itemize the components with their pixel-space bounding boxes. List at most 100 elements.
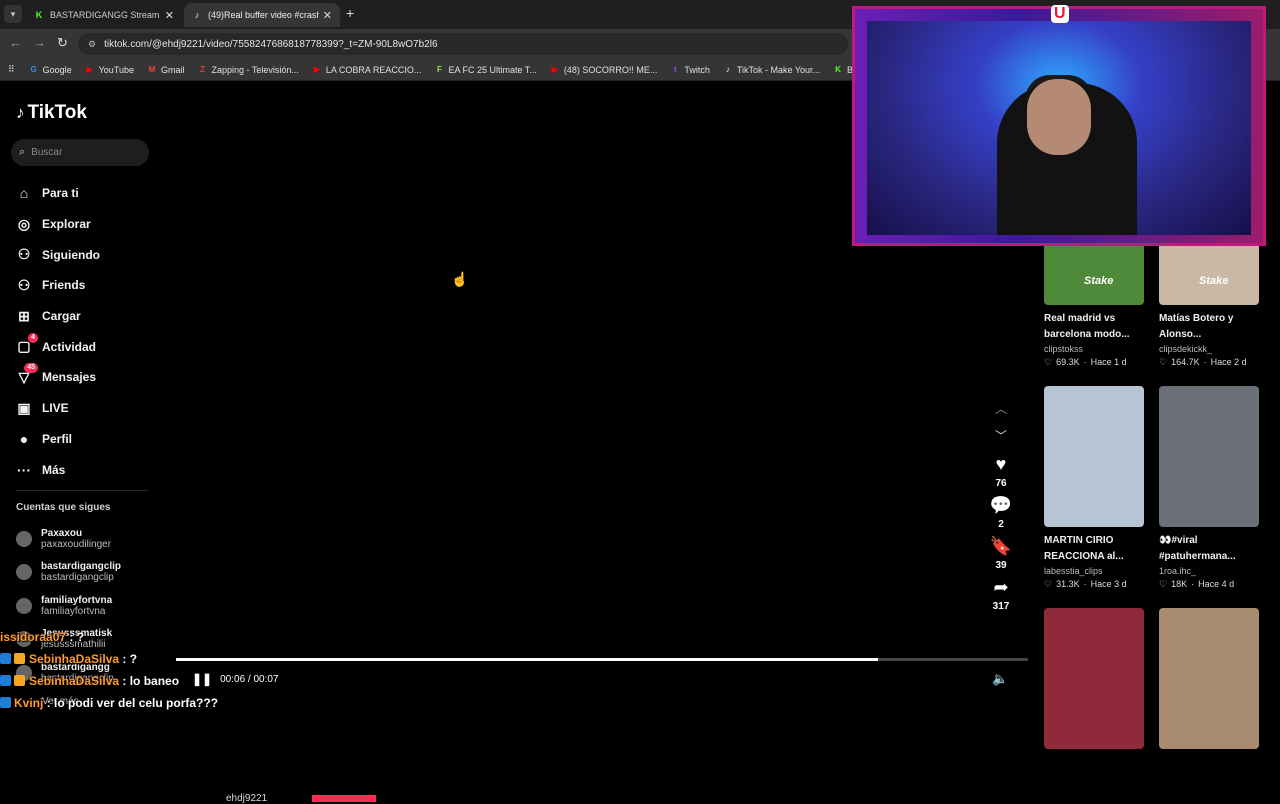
video-author[interactable]: clipstokss	[1044, 344, 1144, 354]
sidebar-item-label: Actividad	[42, 339, 97, 354]
sidebar-item-cargar[interactable]: ⊞ Cargar	[16, 301, 100, 332]
sidebar-item-friends[interactable]: ⚇ Friends	[16, 270, 100, 301]
forward-icon[interactable]: →	[33, 35, 46, 50]
bookmark-item[interactable]: ▶ LA COBRA REACCIO...	[312, 65, 422, 75]
following-title: Cuentas que sigues	[16, 502, 111, 513]
bookmark-item[interactable]: ♪ TikTok - Make Your...	[723, 65, 820, 75]
like-count: 31.3K	[1056, 579, 1080, 589]
chevron-up-icon[interactable]: ︿	[986, 400, 1016, 417]
video-title[interactable]: Real madrid vs barcelona modo...	[1044, 311, 1154, 343]
video-title[interactable]: Matías Botero y Alonso...	[1159, 311, 1269, 343]
video-progress-bar[interactable]	[176, 658, 1028, 661]
apps-icon[interactable]: ⠿	[8, 64, 15, 75]
following-account[interactable]: Paxaxou paxaxoudilinger	[16, 522, 121, 556]
tiktok-logo[interactable]: ♪ TikTok	[16, 102, 87, 124]
bookmark-item[interactable]: G Google	[29, 65, 71, 75]
stake-watermark: Stake	[1199, 275, 1229, 287]
chat-text: : ?	[119, 652, 138, 666]
chat-message: Kvinj : lo podi ver del celu porfa???	[0, 696, 260, 710]
dot-separator: ·	[1191, 579, 1195, 589]
sidebar-item-más[interactable]: ··· Más	[16, 454, 100, 485]
video-author[interactable]: clipsdekickk_	[1159, 344, 1259, 354]
bookmark-item[interactable]: M Gmail	[147, 65, 185, 75]
video-author[interactable]: labesstia_clips	[1044, 566, 1144, 576]
sidebar-divider	[16, 490, 148, 491]
share-icon[interactable]: ➦	[993, 577, 1008, 597]
live-icon: ▣	[17, 399, 31, 416]
activity-icon: ▢ 4	[16, 332, 38, 355]
bookmark-item[interactable]: Z Zapping - Televisión...	[198, 65, 299, 75]
sidebar-item-live[interactable]: ▣ LIVE	[16, 393, 100, 424]
sidebar-item-perfil[interactable]: ● Perfil	[16, 424, 100, 455]
bookmark-favicon-icon: ▶	[313, 65, 320, 74]
hand-cursor-icon: ☝	[451, 271, 469, 287]
search-input[interactable]: ⌕ Buscar	[11, 139, 149, 166]
action-like[interactable]: ♥ 76	[986, 454, 1016, 489]
bookmark-item[interactable]: ▶ (48) SOCORRO!! ME...	[550, 65, 658, 75]
video-title[interactable]: 👀#viral #patuhermana...	[1159, 533, 1269, 565]
video-title-line: MARTIN CIRIO	[1044, 535, 1114, 546]
account-name: Paxaxou	[41, 527, 83, 539]
volume-icon[interactable]: 🔈	[992, 671, 1008, 687]
action-share[interactable]: ➦ 317	[986, 577, 1016, 612]
recommended-video-card[interactable]: MARTIN CIRIO REACCIONA al... labesstia_cli…	[1044, 386, 1144, 590]
sidebar-item-mensajes[interactable]: ▽ 45 Mensajes	[16, 362, 100, 393]
following-account[interactable]: familiayfortvna familiayfortvna	[16, 589, 121, 623]
author-name[interactable]: ehdj9221	[226, 793, 267, 804]
recommended-video-card[interactable]	[1159, 608, 1259, 749]
avatar	[16, 597, 32, 614]
follow-button[interactable]	[312, 795, 376, 802]
tab-stream[interactable]: K BASTARDIGANGG Stream - Wa ✕	[26, 3, 182, 27]
new-tab-button[interactable]: +	[346, 5, 354, 21]
following-account[interactable]: bastardigangclip bastardigangclip	[16, 556, 121, 590]
reload-icon[interactable]: ↻	[57, 35, 68, 51]
bookmark-item[interactable]: t Twitch	[670, 65, 710, 75]
sidebar-item-siguiendo[interactable]: ⚇ Siguiendo	[16, 239, 100, 270]
account-name: bastardigangclip	[41, 561, 122, 573]
chevron-down-icon[interactable]: ﹀	[986, 427, 1016, 444]
bookmark-item[interactable]: F EA FC 25 Ultimate T...	[434, 65, 537, 75]
like-count: 164.7K	[1171, 357, 1200, 367]
video-thumbnail[interactable]	[1159, 386, 1259, 527]
close-tab-icon[interactable]: ✕	[165, 9, 174, 22]
video-title[interactable]: MARTIN CIRIO REACCIONA al...	[1044, 533, 1154, 565]
bookmark-item[interactable]: ▶ YouTube	[85, 65, 134, 75]
heart-icon: ♡	[1159, 357, 1168, 367]
action-count: 2	[998, 519, 1004, 530]
video-thumbnail[interactable]	[1159, 608, 1259, 749]
like-icon[interactable]: ♥	[996, 454, 1007, 474]
bookmark-icon[interactable]: 🔖	[990, 536, 1012, 556]
tab-tiktok[interactable]: ♪ (49)Real buffer video #crashvid ✕	[184, 3, 340, 27]
comment-icon[interactable]: 💬	[990, 495, 1012, 515]
back-icon[interactable]: ←	[9, 35, 22, 50]
tab-search-dropdown[interactable]: ▾	[4, 5, 22, 23]
recommended-video-card[interactable]: 👀#viral #patuhermana... 1roa.ihc_ ♡ 18K · Hace…	[1159, 386, 1259, 590]
account-username: familiayfortvna	[41, 605, 106, 617]
chat-username: SebinhaDaSilva	[29, 652, 120, 666]
video-title-line: Real madrid vs	[1044, 313, 1116, 324]
bookmark-label: Gmail	[161, 64, 185, 75]
address-bar[interactable]: ⚙ tiktok.com/@ehdj9221/video/75582476868…	[78, 33, 848, 55]
action-bookmark[interactable]: 🔖 39	[986, 536, 1016, 571]
sidebar-item-para-ti[interactable]: ⌂ Para ti	[16, 178, 100, 209]
close-tab-icon[interactable]: ✕	[323, 9, 332, 22]
posted-time: Hace 2 d	[1210, 357, 1247, 367]
kick-favicon-icon: K	[35, 10, 43, 20]
sidebar-item-explorar[interactable]: ◎ Explorar	[16, 209, 100, 240]
avatar	[16, 564, 32, 581]
logo-text: TikTok	[27, 102, 87, 123]
site-info-icon[interactable]: ⚙	[88, 39, 96, 50]
sidebar-item-actividad[interactable]: ▢ 4 Actividad	[16, 331, 100, 362]
chat-message: SebinhaDaSilva : ?	[0, 652, 260, 666]
bookmark-label: LA COBRA REACCIO...	[325, 64, 422, 75]
video-thumbnail[interactable]	[1044, 386, 1144, 527]
search-placeholder: Buscar	[31, 147, 63, 158]
action-comment[interactable]: 💬 2	[986, 495, 1016, 530]
video-author[interactable]: 1roa.ihc_	[1159, 566, 1259, 576]
video-thumbnail[interactable]	[1044, 608, 1144, 749]
bookmark-label: (48) SOCORRO!! ME...	[563, 64, 658, 75]
streamer-head	[1027, 79, 1091, 155]
home-icon: ⌂	[19, 185, 29, 202]
recommended-video-card[interactable]	[1044, 608, 1144, 749]
video-stats: ♡ 69.3K · Hace 1 d	[1044, 357, 1144, 368]
